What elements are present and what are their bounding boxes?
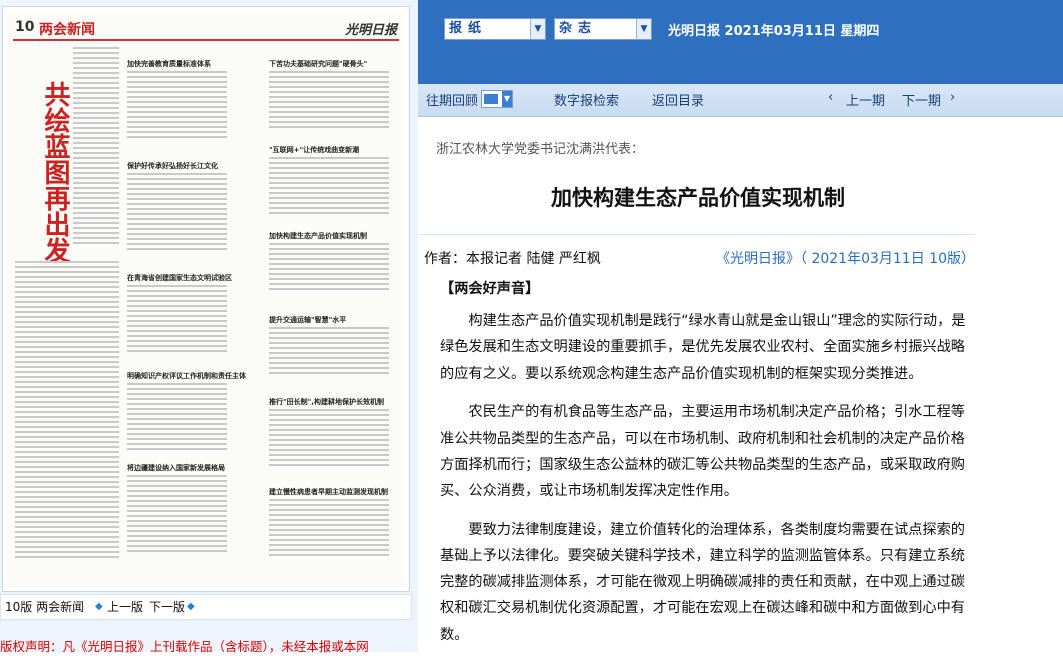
prev-issue-link[interactable]: 上一期 bbox=[846, 90, 885, 109]
title-divider bbox=[418, 234, 974, 235]
newspaper-text-block bbox=[127, 71, 227, 141]
newspaper-text-block bbox=[73, 47, 119, 247]
issue-date: 光明日报 2021年03月11日 星期四 bbox=[668, 24, 880, 39]
digital-search-link[interactable]: 数字报检索 bbox=[554, 90, 619, 109]
copyright-notice: 版权声明：凡《光明日报》上刊载作品（含标题），未经本报或本网 bbox=[0, 639, 369, 654]
newspaper-text-block bbox=[269, 71, 389, 131]
newspaper-article-title[interactable]: 推行"田长制",构建耕地保护长效机制 bbox=[269, 397, 384, 407]
newspaper-pane: 10 两会新闻 光明日报 共绘蓝图再出发 加快完善教育质量标准体系 保护好传承好弘… bbox=[0, 0, 418, 654]
article-paragraph: 构建生态产品价值实现机制是践行“绿水青山就是金山银山”理念的实际行动，是绿色发展… bbox=[440, 313, 966, 382]
article-pane: 报纸 ▼ 杂志 ▼ 光明日报 2021年03月11日 星期四 往期回顾 ▼ 数字… bbox=[418, 0, 1063, 652]
next-issue-link[interactable]: 下一期 bbox=[902, 90, 941, 109]
article-subtitle: 浙江农林大学党委书记沈满洪代表： bbox=[436, 142, 645, 157]
newspaper-text-block bbox=[269, 243, 389, 293]
newspaper-text-block bbox=[127, 285, 227, 355]
newspaper-article-title[interactable]: 建立慢性病患者早期主动监测发现机制 bbox=[269, 487, 388, 497]
newspaper-text-block bbox=[127, 383, 227, 453]
newspaper-article-title[interactable]: 提升交通运输"智慧"水平 bbox=[269, 315, 346, 325]
chevron-down-icon[interactable]: ▼ bbox=[530, 19, 545, 39]
paper-select[interactable]: 报纸 ▼ bbox=[444, 18, 546, 40]
newspaper-article-title[interactable]: 将边疆建设纳入国家新发展格局 bbox=[127, 463, 225, 473]
prev-page-arrow-icon[interactable]: ◆ bbox=[95, 595, 103, 619]
newspaper-main-title: 共绘蓝图再出发 bbox=[40, 81, 70, 263]
chevron-down-icon[interactable]: ▼ bbox=[636, 19, 651, 39]
newspaper-article-title[interactable]: 加快构建生态产品价值实现机制 bbox=[269, 231, 367, 241]
newspaper-article-title[interactable]: 明确知识产权评议工作机制和责任主体 bbox=[127, 371, 246, 381]
next-issue-arrow-icon[interactable]: › bbox=[950, 90, 955, 105]
prev-page-link[interactable]: 上一版 bbox=[107, 595, 143, 619]
article-paragraph: 农民生产的有机食品等生态产品，主要运用市场机制决定产品价格；引水工程等准公共物品… bbox=[440, 404, 965, 500]
current-page-label: 10版 两会新闻 bbox=[5, 600, 85, 614]
article-author: 作者：本报记者 陆健 严红枫 bbox=[424, 251, 601, 267]
article-source: 《光明日报》（ 2021年03月11日 10版） bbox=[716, 251, 975, 267]
newspaper-logo: 光明日报 bbox=[344, 23, 397, 38]
top-toolbar: 报纸 ▼ 杂志 ▼ 光明日报 2021年03月11日 星期四 bbox=[418, 0, 1063, 84]
article-paragraph: 要致力法律制度建设，建立价值转化的治理体系，各类制度均需要在试点探索的基础上予以… bbox=[440, 521, 965, 643]
newspaper-article-title[interactable]: 下苦功夫基础研究问题"硬骨头" bbox=[269, 59, 367, 69]
newspaper-text-block bbox=[269, 499, 389, 559]
article-title: 加快构建生态产品价值实现机制 bbox=[551, 186, 845, 210]
newspaper-page-image[interactable]: 10 两会新闻 光明日报 共绘蓝图再出发 加快完善教育质量标准体系 保护好传承好弘… bbox=[2, 6, 410, 592]
newspaper-section-name: 两会新闻 bbox=[39, 22, 95, 38]
article-tag: 【两会好声音】 bbox=[440, 281, 540, 297]
newspaper-text-block bbox=[127, 475, 227, 555]
return-toc-link[interactable]: 返回目录 bbox=[652, 90, 704, 109]
paper-select-value: 报纸 bbox=[449, 21, 488, 36]
newspaper-header: 10 两会新闻 光明日报 bbox=[13, 17, 399, 41]
page-navigation-bar: 10版 两会新闻 ◆ 上一版 下一版 ◆ bbox=[0, 594, 412, 620]
newspaper-text-block bbox=[127, 173, 227, 253]
magazine-select-value: 杂志 bbox=[559, 21, 598, 36]
newspaper-article-title[interactable]: "互联网+"让传统戏曲变新潮 bbox=[269, 145, 359, 155]
newspaper-article-title[interactable]: 保护好传承好弘扬好长江文化 bbox=[127, 161, 218, 171]
article-body: 【两会好声音】 构建生态产品价值实现机制是践行“绿水青山就是金山银山”理念的实际… bbox=[440, 276, 974, 660]
newspaper-text-block bbox=[269, 327, 389, 377]
newspaper-article-title[interactable]: 加快完善教育质量标准体系 bbox=[127, 59, 211, 69]
next-page-arrow-icon[interactable]: ◆ bbox=[187, 595, 195, 619]
newspaper-page-number: 10 bbox=[15, 19, 35, 35]
newspaper-article-title[interactable]: 在青海省创建国家生态文明试验区 bbox=[127, 273, 232, 283]
newspaper-text-block bbox=[269, 409, 389, 469]
back-issues-link[interactable]: 往期回顾 bbox=[426, 90, 478, 109]
view-toggle-icon[interactable]: ▼ bbox=[481, 90, 513, 108]
prev-issue-arrow-icon[interactable]: ‹ bbox=[828, 90, 833, 105]
sub-toolbar bbox=[418, 84, 1063, 117]
newspaper-text-block bbox=[269, 157, 389, 217]
newspaper-text-block bbox=[15, 261, 119, 561]
next-page-link[interactable]: 下一版 bbox=[149, 595, 185, 619]
newspaper-sheet: 10 两会新闻 光明日报 共绘蓝图再出发 加快完善教育质量标准体系 保护好传承好弘… bbox=[7, 11, 405, 587]
magazine-select[interactable]: 杂志 ▼ bbox=[554, 18, 652, 40]
